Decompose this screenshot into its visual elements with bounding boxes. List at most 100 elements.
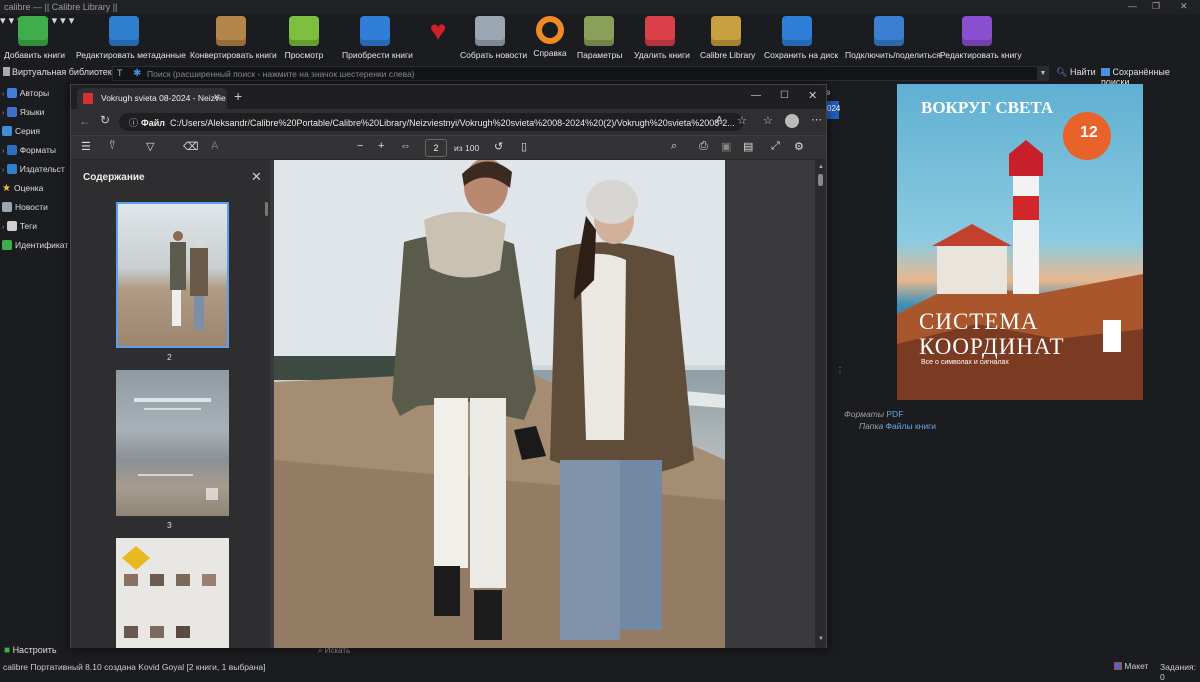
thumbnail-label: 2 <box>167 352 172 362</box>
minimize-icon[interactable]: — <box>751 90 761 101</box>
settings-gear-icon[interactable]: ⚙ <box>794 140 804 153</box>
favorites-icon[interactable]: ☆ <box>763 114 773 127</box>
page-thumbnail-3[interactable] <box>116 370 229 516</box>
pdf-icon <box>83 93 93 104</box>
calibre-library-button[interactable]: Calibre Library <box>700 16 755 60</box>
book-cover[interactable]: ВОКРУГ СВЕТА 12 СИСТЕМА КООРДИНАТ Все о … <box>897 84 1143 400</box>
page-thumbnail-4[interactable] <box>116 538 229 648</box>
close-icon[interactable]: ✕ <box>1180 1 1188 12</box>
back-arrow-icon[interactable]: ← <box>79 114 91 128</box>
selected-row-fragment[interactable]: 024 <box>827 101 840 119</box>
profile-avatar[interactable] <box>785 114 799 128</box>
connect-share-button[interactable]: Подключить/поделиться <box>845 16 941 60</box>
donate-button[interactable]: ♥ <box>420 16 456 50</box>
convert-books-button[interactable]: Конвертировать книги <box>190 16 277 60</box>
close-icon[interactable]: ✕ <box>808 89 817 102</box>
pdf-toolbar: ☰ ⍢ ▽ ⌫ A − + ⇔ 2 из 100 ↺ ▯ ⌕ ⎙ ▣ ▤ ⤢ ⚙ <box>71 135 826 159</box>
search-history-dropdown[interactable]: ▼ <box>1037 66 1049 81</box>
preferences-button[interactable]: Параметры <box>577 16 622 60</box>
minimize-icon[interactable]: — <box>1128 1 1137 11</box>
sidebar-close-icon[interactable]: ✕ <box>251 169 262 185</box>
save-icon[interactable]: ▣ <box>721 140 731 153</box>
add-books-button[interactable]: Добавить книги <box>4 16 65 60</box>
tag-category-formats[interactable]: › Форматы <box>2 145 56 155</box>
pdf-browser-window: Vokrugh svieta 08-2024 - Neizvie ✕ + — ☐… <box>70 84 827 648</box>
maximize-icon[interactable]: ☐ <box>780 90 789 101</box>
save-to-disk-button[interactable]: Сохранить на диск <box>764 16 838 60</box>
search-icon[interactable]: ⌕ <box>671 140 677 153</box>
scroll-thumb[interactable] <box>818 174 823 186</box>
restore-icon[interactable]: ❐ <box>1152 1 1160 12</box>
remove-books-button[interactable]: Удалить книги <box>634 16 690 60</box>
format-link-pdf[interactable]: PDF <box>886 409 903 419</box>
thumbnail-label: 3 <box>167 520 172 530</box>
zoom-in-icon[interactable]: + <box>378 140 384 152</box>
read-aloud-icon[interactable]: A <box>716 115 723 126</box>
document-scrollbar[interactable]: ▲ ▼ <box>816 160 825 648</box>
print-icon[interactable]: ⎙ <box>699 140 708 153</box>
edit-book-button[interactable]: Редактировать книгу <box>940 16 1022 60</box>
page-number-input[interactable]: 2 <box>425 139 447 157</box>
tag-category-tags[interactable]: › Теги <box>2 221 37 231</box>
cover-headline-1: СИСТЕМА <box>919 309 1039 334</box>
library-books-icon <box>711 16 741 46</box>
contents-list-icon[interactable]: ☰ <box>81 140 91 153</box>
refresh-icon[interactable]: ↻ <box>100 113 110 127</box>
zoom-out-icon[interactable]: − <box>357 140 363 152</box>
configure-button[interactable]: ■ Настроить <box>4 645 57 656</box>
view-button[interactable]: Просмотр <box>282 16 326 60</box>
status-bar: calibre Портативный 8.10 создана Kovid G… <box>0 659 1200 682</box>
status-text: calibre Портативный 8.10 создана Kovid G… <box>3 662 266 672</box>
page-view-icon[interactable]: ▯ <box>521 140 527 153</box>
tab-close-icon[interactable]: ✕ <box>213 92 221 103</box>
add-text-icon[interactable]: A <box>211 140 218 152</box>
favorite-star-icon[interactable]: ☆ <box>737 114 747 127</box>
edit-metadata-button[interactable]: Редактировать метаданные <box>76 16 186 60</box>
folder-link[interactable]: Файлы книги <box>886 421 936 431</box>
tag-category-rating[interactable]: ★ Оценка <box>2 183 43 194</box>
tag-category-identifiers[interactable]: Идентификат <box>2 240 68 250</box>
more-menu-icon[interactable]: ⋯ <box>811 113 822 126</box>
scroll-down-icon[interactable]: ▼ <box>818 636 824 642</box>
draw-icon[interactable]: ▽ <box>146 140 154 153</box>
layout-button[interactable]: Макет <box>1114 661 1148 671</box>
eraser-icon[interactable]: ⌫ <box>183 140 199 153</box>
jobs-indicator[interactable]: Задания: 0 <box>1160 662 1200 682</box>
scroll-up-icon[interactable]: ▲ <box>818 164 824 170</box>
fullscreen-icon[interactable]: ⤢ <box>771 140 780 153</box>
find-button[interactable]: 🔍︎ Найти <box>1056 67 1096 78</box>
tag-category-languages[interactable]: › Языки <box>2 107 44 117</box>
rotate-icon[interactable]: ↺ <box>494 140 503 153</box>
save-as-icon[interactable]: ▤ <box>743 140 753 153</box>
highlight-icon[interactable]: ⍢ <box>109 140 116 153</box>
layout-icon <box>1114 662 1122 670</box>
url-field[interactable]: ⓘ Файл C:/Users/Aleksandr/Calibre%20Porta… <box>119 113 743 131</box>
tag-category-authors[interactable]: › Авторы <box>2 88 49 98</box>
chevron-down-icon[interactable]: ▾ <box>69 15 75 27</box>
sidebar-scrollbar[interactable] <box>265 202 268 216</box>
browser-tab[interactable]: Vokrugh svieta 08-2024 - Neizvie <box>77 88 227 109</box>
new-tab-icon[interactable]: + <box>234 88 242 104</box>
search-icon: 🔍︎ <box>1056 67 1068 77</box>
splitter-handle[interactable]: ⋮ <box>836 366 844 375</box>
page-photo <box>274 160 725 648</box>
tag-browser-find-input[interactable]: ⌕ Искать <box>318 646 350 656</box>
fit-page-icon[interactable]: ⇔ <box>400 140 411 152</box>
virtual-library-button[interactable]: Виртуальная библиотека <box>3 67 117 77</box>
info-icon: ⓘ <box>129 118 139 128</box>
get-books-button[interactable]: Приобрести книги <box>342 16 413 60</box>
tag-category-publisher[interactable]: › Издательст <box>2 164 65 174</box>
search-input[interactable]: T ✱ Поиск (расширенный поиск - нажмите н… <box>112 66 1048 81</box>
gear-icon[interactable]: ✱ <box>133 68 141 79</box>
tag-category-news[interactable]: Новости <box>2 202 48 212</box>
news-icon <box>2 202 12 212</box>
tag-category-series[interactable]: Серия <box>2 126 40 136</box>
preferences-tools-icon <box>584 16 614 46</box>
connect-share-icon <box>874 16 904 46</box>
text-cursor-icon: T <box>117 68 123 78</box>
fetch-news-button[interactable]: Собрать новости <box>460 16 527 60</box>
help-button[interactable]: Справка <box>530 16 570 58</box>
page-thumbnail-2[interactable] <box>116 202 229 348</box>
library-icon <box>3 67 10 76</box>
series-icon <box>2 126 12 136</box>
